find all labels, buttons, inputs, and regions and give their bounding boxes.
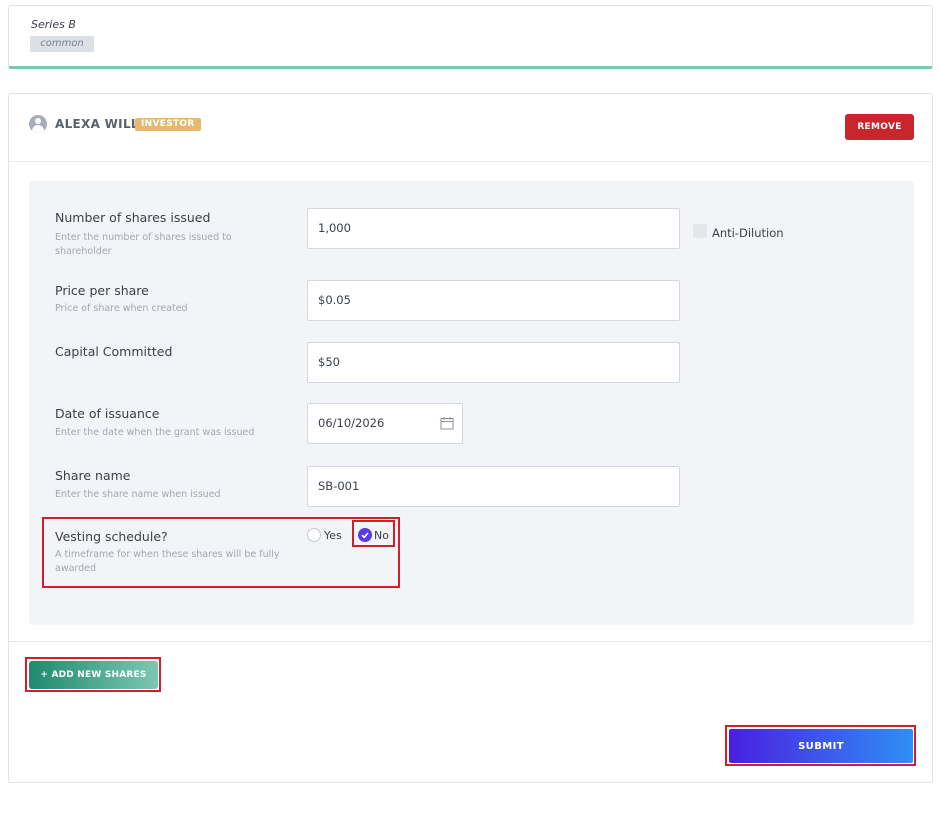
series-card: Series B common	[8, 5, 933, 69]
shareholder-header: ALEXA WILL INVESTOR REMOVE	[9, 94, 932, 162]
role-badge: INVESTOR	[135, 118, 201, 131]
date-value: 06/10/2026	[318, 416, 385, 430]
anti-dilution-label: Anti-Dilution	[712, 226, 784, 240]
series-name: Series B	[31, 18, 76, 31]
date-of-issuance-label: Date of issuance	[55, 406, 160, 421]
anti-dilution-checkbox[interactable]	[693, 224, 707, 238]
series-type-badge: common	[30, 36, 94, 52]
share-name-label: Share name	[55, 468, 131, 483]
shares-issued-help: Enter the number of shares issued to sha…	[55, 232, 232, 257]
calendar-icon[interactable]	[440, 416, 454, 430]
price-per-share-help: Price of share when created	[55, 303, 188, 314]
capital-committed-label: Capital Committed	[55, 344, 173, 359]
price-per-share-label: Price per share	[55, 283, 149, 298]
shares-issued-label: Number of shares issued	[55, 210, 211, 225]
capital-committed-input[interactable]: $50	[307, 342, 680, 383]
date-of-issuance-input[interactable]: 06/10/2026	[307, 403, 463, 444]
no-option-highlight-box	[352, 520, 395, 547]
section-divider	[9, 641, 932, 642]
submit-highlight-box	[725, 725, 916, 766]
share-name-help: Enter the share name when issued	[55, 489, 221, 500]
shareholder-name: ALEXA WILL	[55, 117, 139, 131]
price-per-share-input[interactable]: $0.05	[307, 280, 680, 321]
share-name-input[interactable]: SB-001	[307, 466, 680, 507]
vesting-highlight-box	[42, 517, 400, 588]
add-shares-highlight-box	[25, 657, 161, 692]
user-avatar-icon	[29, 115, 47, 133]
shares-issued-input[interactable]: 1,000	[307, 208, 680, 249]
date-of-issuance-help: Enter the date when the grant was issued	[55, 427, 255, 438]
remove-button[interactable]: REMOVE	[845, 114, 914, 140]
